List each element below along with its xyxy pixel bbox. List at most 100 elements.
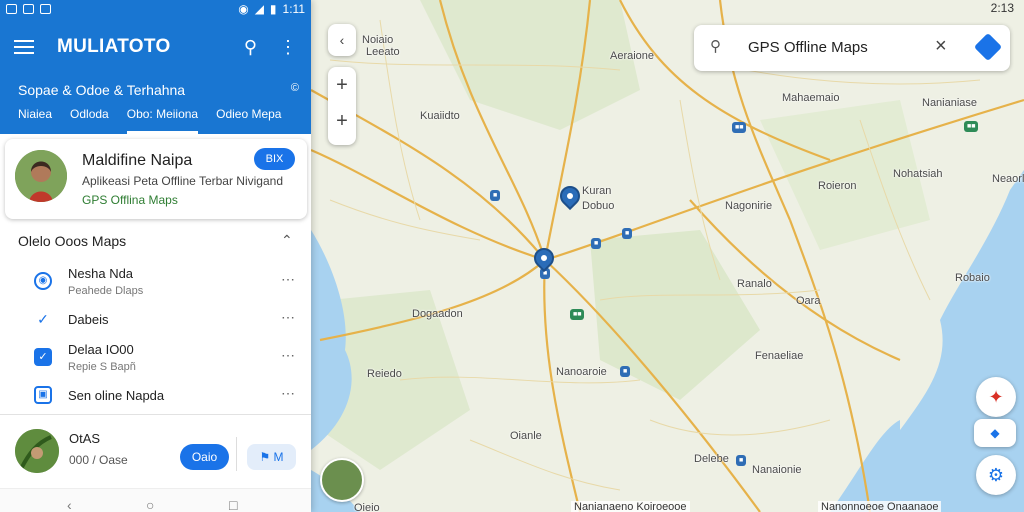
- tab-odloda[interactable]: Odloda: [70, 107, 109, 134]
- tab-niaiea[interactable]: Niaiea: [18, 107, 52, 134]
- map-place-label: Oara: [796, 295, 821, 307]
- zoom-controls: + +: [328, 67, 356, 145]
- status-time: 2:13: [990, 1, 1014, 15]
- road-shield: ■: [591, 238, 602, 249]
- settings-gear-button[interactable]: ⚙: [976, 455, 1016, 495]
- list-item-subtitle: Repie S Bapñ: [68, 361, 136, 373]
- map-attribution-right: Nanonnoeoe Onaanaoe: [818, 501, 942, 512]
- layers-button[interactable]: ◆: [974, 419, 1016, 447]
- more-horiz-icon[interactable]: ⋯: [281, 347, 296, 364]
- status-time: 1:11: [282, 2, 305, 16]
- zoom-out-button[interactable]: +: [328, 103, 356, 139]
- app-title: MULIATOTO: [57, 36, 171, 57]
- map-place-label: Nagonirie: [725, 200, 773, 212]
- list-item-title: Sen oline Napda: [68, 388, 165, 403]
- location-circle-icon: ◉: [34, 272, 52, 290]
- signal-icon: ◢: [254, 2, 264, 16]
- system-nav-bar: ‹ ○ □: [0, 488, 311, 512]
- profile-action-button[interactable]: BIX: [254, 148, 295, 170]
- map-place-label: Nanaionie: [752, 464, 802, 476]
- app-screen: Noiaio Leeato Aeraione Mahaemaio Naniani…: [0, 0, 1024, 512]
- divider: [236, 437, 237, 471]
- battery-icon: ▮: [269, 2, 277, 16]
- map-attribution: Nanianaeno Koiroeooe: [571, 501, 690, 512]
- secondary-action-button[interactable]: ⚑ M: [247, 444, 296, 470]
- avatar: [15, 150, 67, 202]
- map-book-icon: ▣: [34, 386, 52, 404]
- search-icon[interactable]: ⚲: [244, 37, 257, 58]
- app-bar: MULIATOTO ⚲ ⋮: [0, 18, 311, 76]
- more-horiz-icon[interactable]: ⋯: [281, 385, 296, 402]
- list-item-title: Delaa IO00: [68, 342, 134, 357]
- directions-icon[interactable]: [973, 32, 1003, 62]
- map-place-label: Kuran: [582, 185, 612, 197]
- map-place-label: Oieio: [354, 502, 380, 512]
- map-place-label: Kuaiidto: [420, 110, 460, 122]
- avatar: [15, 429, 59, 473]
- bookmark-icon: ⚑: [259, 450, 271, 464]
- menu-list: ◉ Nesha Nda Peahede Dlaps ⋯ ✓ Dabeis ⋯ ✓…: [0, 262, 311, 414]
- nav-back-icon[interactable]: ‹: [67, 497, 72, 512]
- more-horiz-icon[interactable]: ⋯: [281, 309, 296, 326]
- road-shield: ■■: [570, 309, 585, 320]
- bottom-card-title: OtAS: [69, 431, 101, 446]
- map-place-label: Oianle: [510, 430, 542, 442]
- tab-mepa[interactable]: Odieo Mepa: [216, 107, 281, 134]
- map-place-label: Robaio: [955, 272, 990, 284]
- status-bar-right: 2:13: [991, 1, 1014, 15]
- search-query[interactable]: GPS Offline Maps: [748, 39, 868, 56]
- zoom-in-button[interactable]: +: [328, 67, 356, 103]
- map-place-label: Reiedo: [367, 368, 402, 380]
- map-place-label: Nanoaroie: [556, 366, 607, 378]
- map-place-label: Aeraione: [610, 50, 655, 62]
- sub-header: Sopae & Odoe & Terhahna © Niaiea Odloda …: [0, 76, 311, 134]
- map-place-label: Dobuo: [582, 200, 615, 212]
- profile-tag: GPS Offlina Maps: [82, 193, 178, 207]
- route-check-icon: ✓: [37, 311, 49, 327]
- primary-action-button[interactable]: Oaio: [180, 444, 229, 470]
- checkbox-icon: ✓: [34, 348, 52, 366]
- wifi-icon: ◉: [238, 2, 249, 16]
- map-place-label: Neaorl: [992, 173, 1024, 185]
- map-place-label: Ranalo: [737, 278, 772, 290]
- map-place-label: Roieron: [818, 180, 857, 192]
- road-shield: ■■: [732, 122, 747, 133]
- back-arrow-button[interactable]: ‹: [328, 24, 356, 56]
- nav-home-icon[interactable]: ○: [146, 497, 154, 512]
- list-item[interactable]: ▣ Sen oline Napda ⋯: [0, 376, 311, 414]
- tab-meiiona[interactable]: Obo: Meiiona: [126, 107, 199, 134]
- list-item[interactable]: ✓ Delaa IO00 Repie S Bapñ ⋯: [0, 338, 311, 376]
- info-icon[interactable]: ©: [291, 82, 299, 98]
- close-icon[interactable]: ×: [935, 35, 947, 58]
- list-item-subtitle: Peahede Dlaps: [68, 285, 144, 297]
- chevron-up-icon[interactable]: ⌃: [281, 232, 293, 249]
- list-item[interactable]: ✓ Dabeis ⋯: [0, 300, 311, 338]
- profile-card[interactable]: Maldifine Naipa Aplikeasi Peta Offline T…: [5, 139, 307, 219]
- search-icon: ⚲: [710, 38, 721, 55]
- bottom-card-subtitle: 000 / Oase: [69, 453, 128, 467]
- list-item-title: Dabeis: [68, 312, 109, 327]
- list-item[interactable]: ◉ Nesha Nda Peahede Dlaps ⋯: [0, 262, 311, 300]
- map-user-avatar[interactable]: [320, 458, 364, 502]
- map-place-label: Nohatsiah: [893, 168, 943, 180]
- profile-name: Maldifine Naipa: [82, 152, 193, 169]
- map-place-label: Delebe: [694, 453, 729, 465]
- app-subtitle: Sopae & Odoe & Terhahna: [18, 82, 186, 98]
- map-place-label: Nanianiase: [922, 97, 978, 109]
- nav-recents-icon[interactable]: □: [229, 497, 237, 512]
- profile-description: Aplikeasi Peta Offline Terbar Nivigand: [82, 174, 283, 188]
- menu-icon[interactable]: [14, 40, 34, 54]
- side-panel: ◉ ◢ ▮ 1:11 MULIATOTO ⚲ ⋮ Sopae & Odoe & …: [0, 0, 311, 512]
- notification-icon: [23, 4, 34, 14]
- more-horiz-icon[interactable]: ⋯: [281, 271, 296, 288]
- map-place-label: Mahaemaio: [782, 92, 840, 104]
- compass-button[interactable]: ✦: [976, 377, 1016, 417]
- tab-bar: Niaiea Odloda Obo: Meiiona Odieo Mepa: [18, 107, 299, 134]
- list-item-title: Nesha Nda: [68, 266, 134, 281]
- road-shield: ■: [490, 190, 501, 201]
- notification-icon: [40, 4, 51, 14]
- search-box[interactable]: ⚲ GPS Offline Maps ×: [694, 25, 1010, 71]
- bottom-card[interactable]: OtAS 000 / Oase Oaio ⚑ M: [0, 414, 311, 486]
- map-place-label: Noiaio: [362, 34, 394, 46]
- more-vert-icon[interactable]: ⋮: [279, 37, 297, 58]
